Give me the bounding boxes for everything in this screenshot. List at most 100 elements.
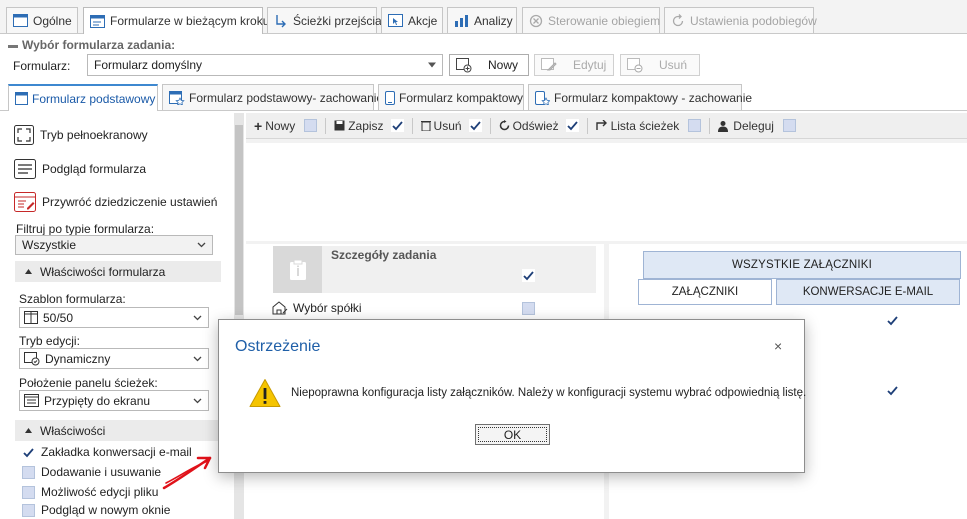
annotation-arrow <box>162 456 212 490</box>
fullscreen-option[interactable]: Tryb pełnoekranowy <box>14 125 148 145</box>
tab-analyses[interactable]: Analizy <box>447 7 517 33</box>
tab-attachments[interactable]: ZAŁĄCZNIKI <box>638 279 772 305</box>
toolbar-refresh[interactable]: Odśwież <box>499 119 579 133</box>
checkbox-checked[interactable] <box>565 119 579 132</box>
checkbox-add-remove[interactable]: Dodawanie i usuwanie <box>22 465 161 479</box>
checkbox-unchecked[interactable] <box>22 465 35 479</box>
refresh-icon <box>499 120 510 131</box>
edit-icon <box>541 57 557 73</box>
tab-forms-current-step[interactable]: Formularze w bieżącym kroku <box>83 7 269 34</box>
template-select[interactable]: 50/50 <box>19 307 209 328</box>
chevron-down-icon <box>197 242 206 248</box>
phone-star-icon <box>535 90 550 105</box>
tab-general[interactable]: Ogólne <box>6 7 78 33</box>
edit-form-button[interactable]: Edytuj <box>534 54 614 76</box>
all-attachments-header[interactable]: WSZYSTKIE ZAŁĄCZNIKI <box>643 251 961 279</box>
dropdown-arrow-icon <box>428 62 436 68</box>
separator <box>325 117 327 134</box>
top-tab-bar: Ogólne Formularze w bieżącym kroku Ścież… <box>0 0 967 34</box>
company-choice-field[interactable]: Wybór spółki <box>272 301 362 315</box>
chevron-down-icon <box>193 315 202 321</box>
tab-subflow-settings[interactable]: Ustawienia podobiegów <box>664 7 817 33</box>
form-properties-header[interactable]: Właściwości formularza <box>15 261 221 282</box>
checkbox-unchecked[interactable] <box>304 119 318 132</box>
checkbox-checked[interactable] <box>522 269 535 282</box>
window-icon <box>13 14 28 27</box>
properties-header[interactable]: Właściwości <box>15 420 221 441</box>
separator <box>586 117 588 134</box>
refresh-flow-icon <box>671 13 685 28</box>
tab-compact-form-behavior[interactable]: Formularz kompaktowy - zachowanie <box>528 84 752 110</box>
preview-form-option[interactable]: Podgląd formularza <box>14 159 146 179</box>
task-details-label: Szczegóły zadania <box>331 248 437 262</box>
remove-icon <box>627 57 643 73</box>
path-arrow-icon <box>274 14 288 28</box>
trash-icon <box>420 120 431 131</box>
form-select[interactable]: Formularz domyślny <box>87 54 443 76</box>
separator <box>709 117 711 134</box>
path-list-icon <box>595 120 608 131</box>
checkbox-checked[interactable] <box>468 119 482 132</box>
pinned-panel-icon <box>24 394 39 407</box>
collapse-icon[interactable]: ▬ <box>8 40 18 51</box>
checkbox-new-window-preview[interactable]: Podgląd w nowym oknie <box>22 503 170 517</box>
save-icon <box>334 120 345 131</box>
restore-settings-icon <box>14 192 36 212</box>
path-panel-position-select[interactable]: Przypięty do ekranu <box>19 390 209 411</box>
toolbar-save[interactable]: Zapisz <box>334 119 404 133</box>
checkbox-unchecked[interactable] <box>688 119 702 132</box>
checkbox-file-edit[interactable]: Możliwość edycji pliku <box>22 485 158 499</box>
tab-flow-control[interactable]: Sterowanie obiegiem <box>522 7 660 33</box>
checkbox-unchecked[interactable] <box>22 485 35 499</box>
company-icon <box>272 301 288 315</box>
form-type-filter-select[interactable]: Wszystkie <box>15 235 213 255</box>
tab-basic-form[interactable]: Formularz podstawowy <box>8 84 158 111</box>
dynamic-mode-icon <box>24 351 40 366</box>
tab-email-conversations[interactable]: KONWERSACJE E-MAIL <box>776 279 960 305</box>
form-selection-title: ▬ Wybór formularza zadania: <box>8 38 176 52</box>
phone-icon <box>385 90 395 105</box>
checkbox-unchecked[interactable] <box>782 119 796 132</box>
form-icon <box>90 14 105 28</box>
collapse-arrow-icon <box>25 269 32 274</box>
two-column-icon <box>24 311 38 324</box>
restore-inheritance-option[interactable]: Przywróć dziedziczenie ustawień <box>14 192 217 212</box>
checkbox-unchecked[interactable] <box>22 503 35 517</box>
dialog-message: Niepoprawna konfiguracja listy załącznik… <box>291 387 807 399</box>
toolbar-new[interactable]: + Nowy <box>254 117 318 134</box>
edit-mode-label: Tryb edycji: <box>19 334 80 348</box>
checkbox-checked[interactable] <box>390 119 404 132</box>
clipboard-icon <box>273 246 322 293</box>
toolbar-path-list[interactable]: Lista ścieżek <box>595 119 702 133</box>
form-icon <box>15 92 28 105</box>
new-form-button[interactable]: Nowy <box>449 54 529 76</box>
checkbox-checked[interactable] <box>886 384 899 397</box>
chevron-down-icon <box>193 398 202 404</box>
delete-form-button[interactable]: Usuń <box>620 54 700 76</box>
checkbox-checked[interactable] <box>886 314 899 327</box>
warning-dialog: Ostrzeżenie × Niepoprawna konfiguracja l… <box>218 319 807 473</box>
fullscreen-icon <box>14 125 34 145</box>
preview-icon <box>14 159 36 179</box>
plus-icon: + <box>254 117 263 134</box>
form-subtab-bar: Formularz podstawowy Formularz podstawow… <box>0 83 967 111</box>
checkbox-checked[interactable] <box>22 445 35 459</box>
separator <box>411 117 413 134</box>
separator <box>489 117 491 134</box>
tab-actions[interactable]: Akcje <box>381 7 443 33</box>
scrollbar-thumb[interactable] <box>235 125 243 315</box>
toolbar-delegate[interactable]: Deleguj <box>718 119 796 133</box>
tab-compact-form[interactable]: Formularz kompaktowy <box>378 84 524 110</box>
path-panel-label: Położenie panelu ścieżek: <box>19 376 158 390</box>
ok-button[interactable]: OK <box>475 424 550 445</box>
form-label: Formularz: <box>13 59 71 73</box>
edit-mode-select[interactable]: Dynamiczny <box>19 348 209 369</box>
add-icon <box>456 57 472 73</box>
tab-basic-form-behavior[interactable]: Formularz podstawowy- zachowanie <box>162 84 383 110</box>
close-icon[interactable]: × <box>774 338 782 354</box>
tab-transition-paths[interactable]: Ścieżki przejścia <box>267 7 382 33</box>
dialog-title: Ostrzeżenie <box>235 338 321 355</box>
warning-icon <box>249 378 281 408</box>
checkbox-unchecked[interactable] <box>522 302 535 315</box>
toolbar-delete[interactable]: Usuń <box>420 119 482 133</box>
